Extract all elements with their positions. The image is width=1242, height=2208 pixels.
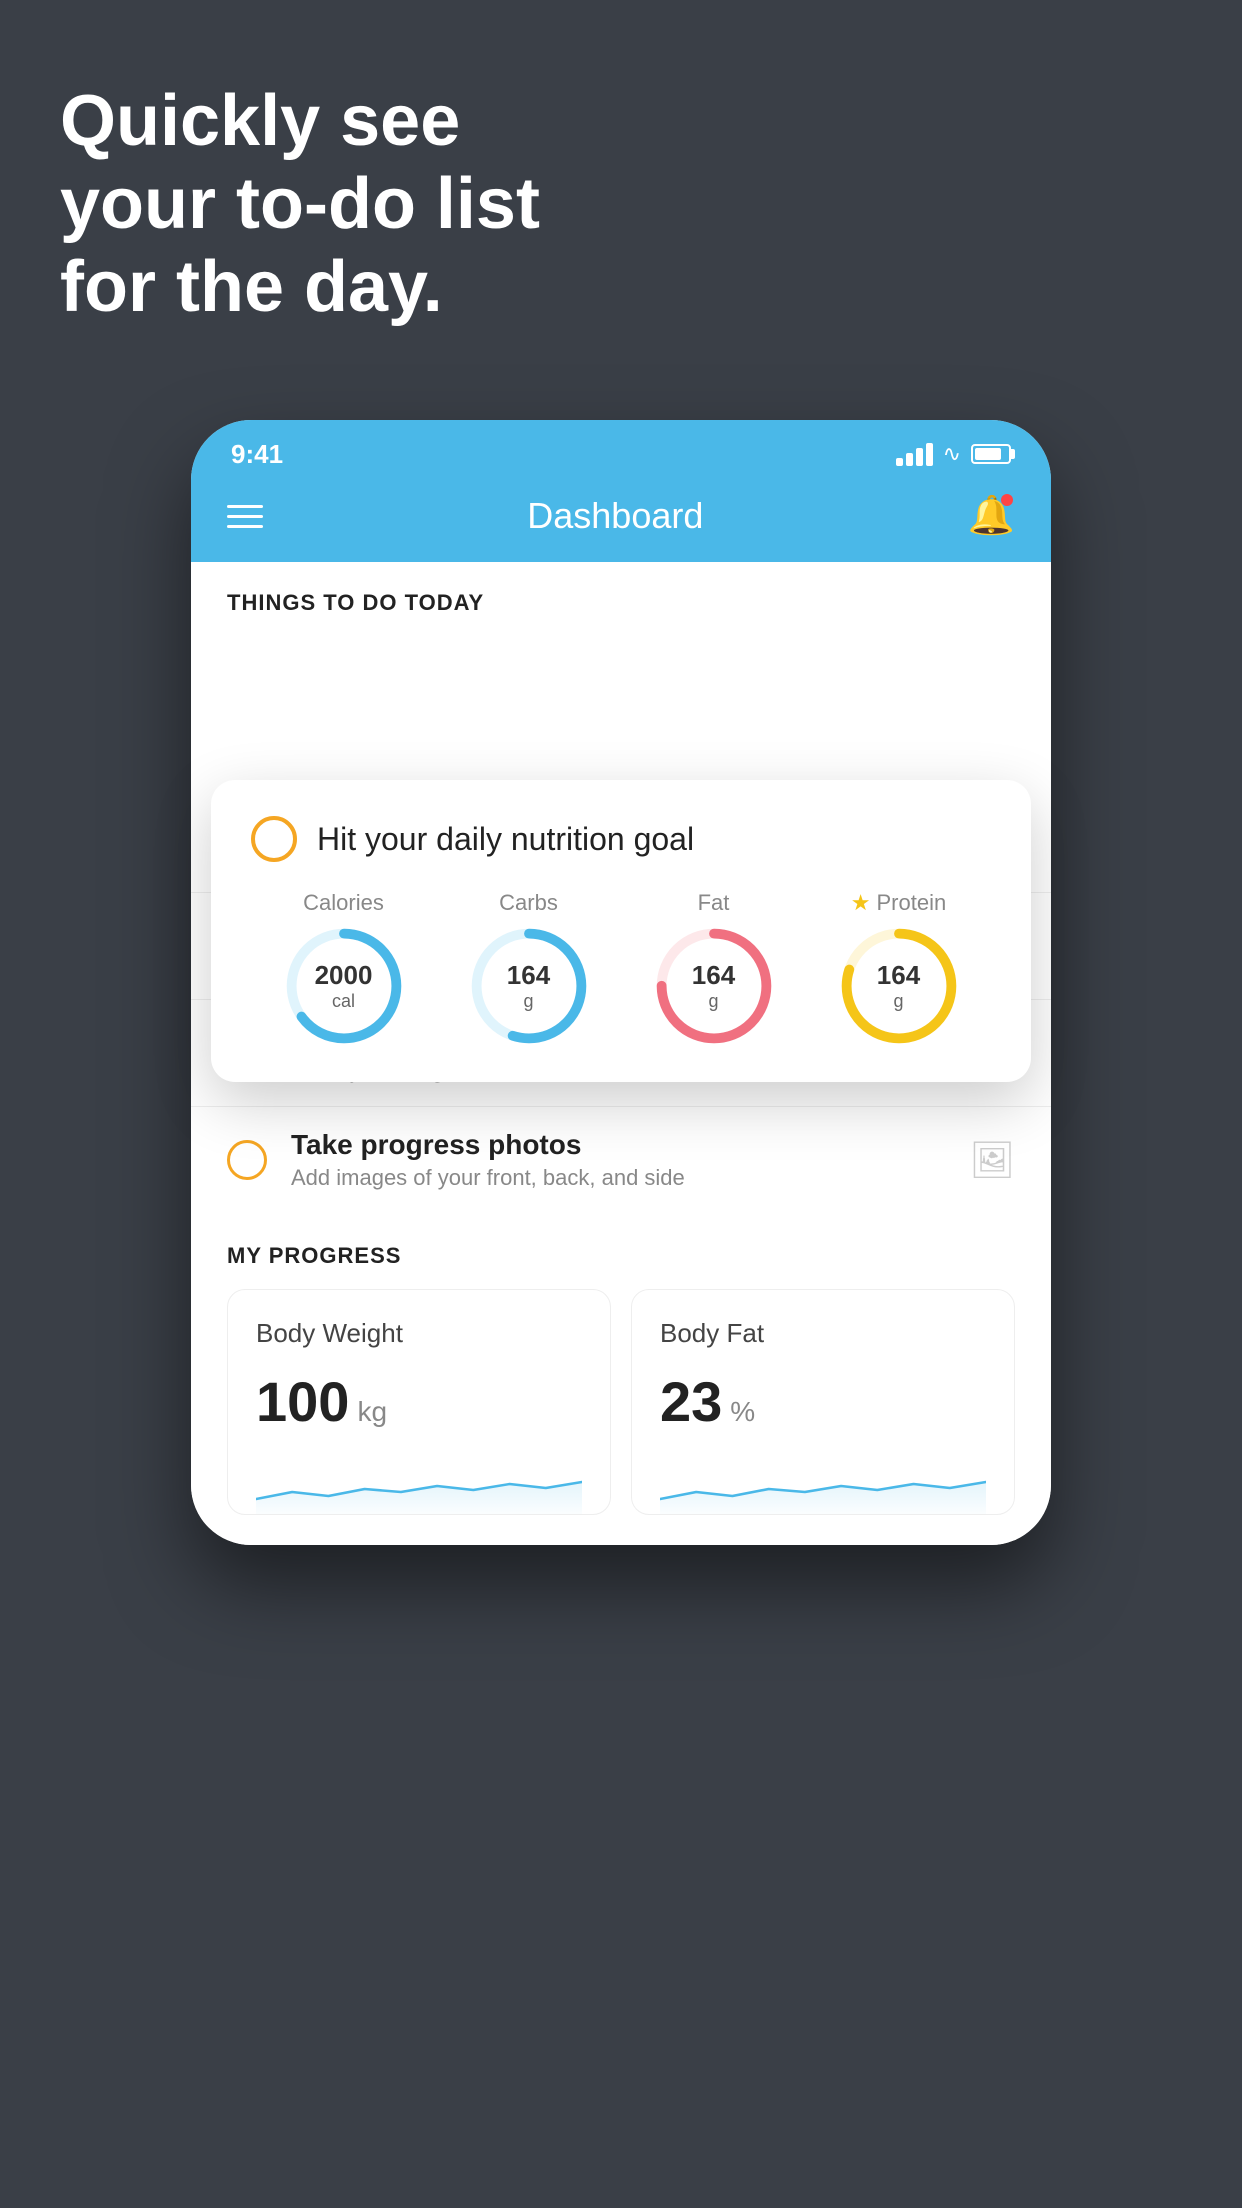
nutrition-item: Calories 2000 cal bbox=[284, 890, 404, 1046]
ring-value: 2000 bbox=[315, 960, 373, 991]
todo-title: Take progress photos bbox=[291, 1129, 945, 1161]
ring-container: 164 g bbox=[654, 926, 774, 1046]
nutrition-card-title: Hit your daily nutrition goal bbox=[317, 821, 694, 858]
wifi-icon: ∿ bbox=[943, 441, 961, 467]
nutrition-label: Calories bbox=[303, 890, 384, 916]
todo-item[interactable]: Take progress photos Add images of your … bbox=[191, 1106, 1051, 1213]
ring-value: 164 bbox=[877, 960, 920, 991]
todo-content: Take progress photos Add images of your … bbox=[291, 1129, 945, 1191]
ring-text: 2000 cal bbox=[315, 960, 373, 1012]
progress-value-row: 100 kg bbox=[256, 1369, 582, 1434]
todo-subtitle: Add images of your front, back, and side bbox=[291, 1165, 945, 1191]
nutrition-grid: Calories 2000 cal Carbs 164 g Fat bbox=[251, 890, 991, 1046]
nutrition-card-header: Hit your daily nutrition goal bbox=[251, 816, 991, 862]
menu-button[interactable] bbox=[227, 505, 263, 528]
ring-text: 164 g bbox=[692, 960, 735, 1012]
star-icon: ★ bbox=[851, 890, 871, 916]
ring-value: 164 bbox=[507, 960, 550, 991]
nutrition-label: ★Protein bbox=[851, 890, 946, 916]
sparkline bbox=[660, 1454, 986, 1514]
header-title: Dashboard bbox=[527, 495, 703, 537]
nutrition-item: ★Protein 164 g bbox=[839, 890, 959, 1046]
app-header: Dashboard 🔔 bbox=[191, 480, 1051, 562]
status-icons: ∿ bbox=[896, 441, 1011, 467]
progress-value: 100 bbox=[256, 1369, 349, 1434]
status-bar: 9:41 ∿ bbox=[191, 420, 1051, 480]
todo-action-icon: 🖼 bbox=[969, 1139, 1015, 1181]
progress-section: MY PROGRESS Body Weight 100 kg Body Fat bbox=[191, 1213, 1051, 1515]
progress-card[interactable]: Body Weight 100 kg bbox=[227, 1289, 611, 1515]
progress-value: 23 bbox=[660, 1369, 722, 1434]
hero-line2: your to-do list bbox=[60, 163, 540, 246]
ring-container: 2000 cal bbox=[284, 926, 404, 1046]
nutrition-item: Fat 164 g bbox=[654, 890, 774, 1046]
hero-text: Quickly see your to-do list for the day. bbox=[60, 80, 540, 328]
battery-icon bbox=[971, 444, 1011, 464]
ring-unit: cal bbox=[315, 991, 373, 1012]
notification-dot bbox=[1001, 494, 1013, 506]
progress-unit: % bbox=[730, 1396, 755, 1428]
ring-text: 164 g bbox=[877, 960, 920, 1012]
ring-unit: g bbox=[692, 991, 735, 1012]
ring-container: 164 g bbox=[839, 926, 959, 1046]
progress-unit: kg bbox=[357, 1396, 387, 1428]
ring-value: 164 bbox=[692, 960, 735, 991]
todo-circle bbox=[227, 1140, 267, 1180]
notification-button[interactable]: 🔔 bbox=[968, 494, 1015, 538]
ring-text: 164 g bbox=[507, 960, 550, 1012]
hero-line1: Quickly see bbox=[60, 80, 540, 163]
nutrition-label: Carbs bbox=[499, 890, 558, 916]
ring-container: 164 g bbox=[469, 926, 589, 1046]
nutrition-item: Carbs 164 g bbox=[469, 890, 589, 1046]
progress-cards: Body Weight 100 kg Body Fat 23 % bbox=[227, 1289, 1015, 1515]
status-time: 9:41 bbox=[231, 439, 283, 470]
nutrition-check-circle bbox=[251, 816, 297, 862]
nutrition-card: Hit your daily nutrition goal Calories 2… bbox=[211, 780, 1031, 1082]
progress-header: MY PROGRESS bbox=[227, 1243, 1015, 1269]
progress-card-title: Body Fat bbox=[660, 1318, 986, 1349]
phone-wrapper: 9:41 ∿ Dashboard 🔔 TH bbox=[191, 420, 1051, 1545]
ring-unit: g bbox=[507, 991, 550, 1012]
hero-line3: for the day. bbox=[60, 246, 540, 329]
nutrition-label: Fat bbox=[698, 890, 730, 916]
things-to-do-header: THINGS TO DO TODAY bbox=[191, 562, 1051, 632]
sparkline bbox=[256, 1454, 582, 1514]
ring-unit: g bbox=[877, 991, 920, 1012]
signal-icon bbox=[896, 443, 933, 466]
progress-card[interactable]: Body Fat 23 % bbox=[631, 1289, 1015, 1515]
progress-card-title: Body Weight bbox=[256, 1318, 582, 1349]
progress-value-row: 23 % bbox=[660, 1369, 986, 1434]
